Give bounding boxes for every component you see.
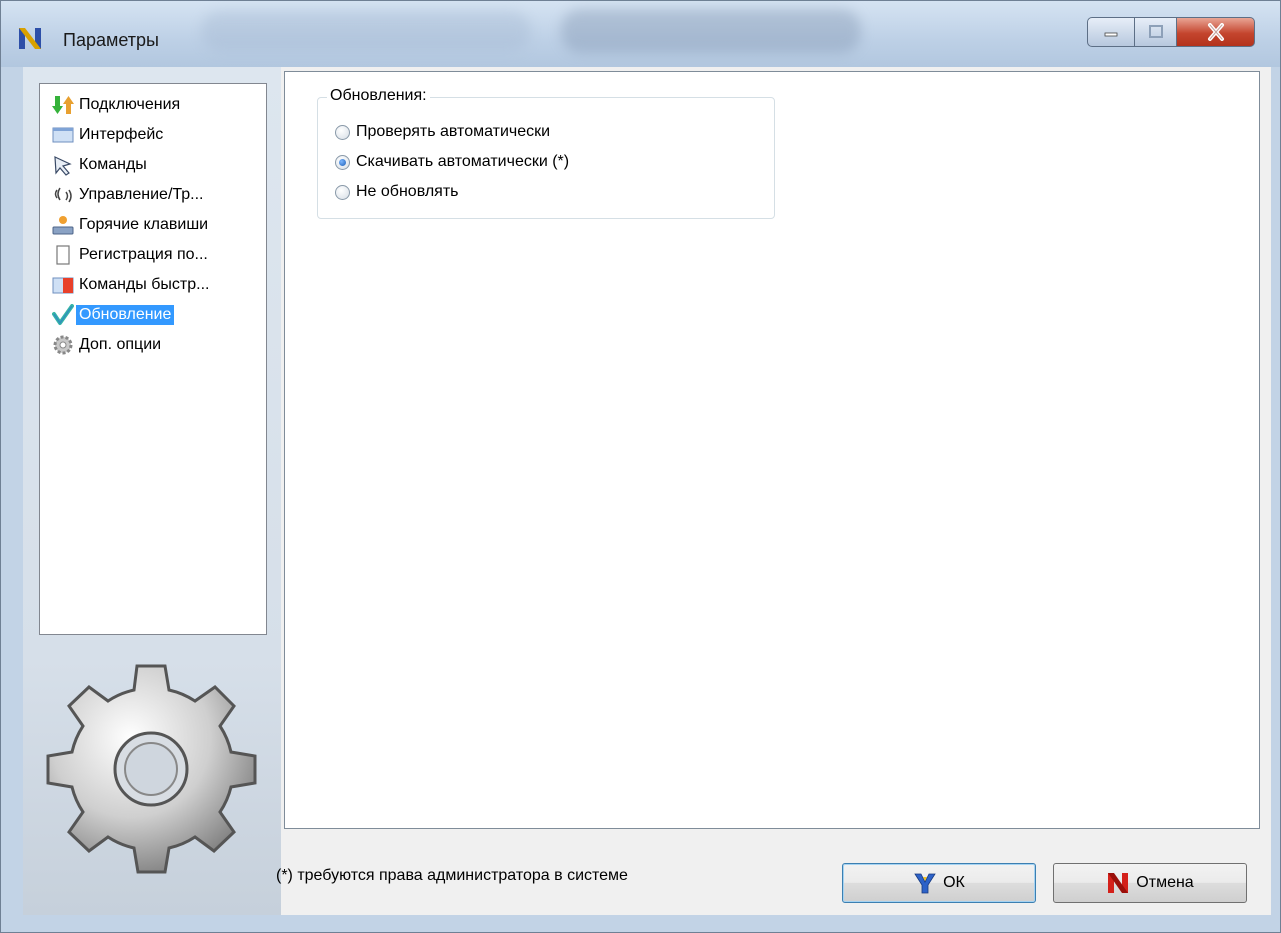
sidebar-item-label: Команды быстр...	[79, 276, 210, 293]
sidebar-item-interface[interactable]: Интерфейс	[52, 122, 166, 148]
title-bar[interactable]: Параметры	[1, 1, 1280, 67]
radio-button-icon[interactable]	[335, 124, 350, 140]
settings-gear-icon	[46, 664, 257, 874]
commands-cursor-icon	[52, 154, 74, 176]
cancel-n-icon	[1108, 873, 1129, 893]
sidebar-item-connections[interactable]: Подключения	[52, 92, 183, 118]
ok-button[interactable]: ОК	[842, 863, 1036, 903]
cancel-button[interactable]: Отмена	[1053, 863, 1247, 903]
control-signal-icon	[52, 184, 74, 206]
extra-options-gear-icon	[52, 334, 74, 356]
quick-commands-icon	[52, 274, 74, 296]
window-title: Параметры	[63, 30, 159, 50]
connections-arrows-icon	[52, 94, 74, 116]
interface-window-icon	[52, 124, 74, 146]
sidebar-item-hotkeys[interactable]: Горячие клавиши	[52, 212, 211, 238]
ok-button-label: ОК	[943, 874, 965, 891]
sidebar-item-quick-commands[interactable]: Команды быстр...	[52, 272, 212, 298]
update-check-icon	[52, 304, 74, 326]
maximize-icon	[1148, 25, 1163, 38]
sidebar-item-control[interactable]: Управление/Тр...	[52, 182, 207, 208]
admin-rights-note: (*) требуются права администратора в сис…	[276, 867, 628, 884]
hotkeys-icon	[52, 214, 74, 236]
sidebar-item-label: Команды	[79, 156, 147, 173]
radio-button-icon[interactable]	[335, 184, 350, 200]
sidebar-item-label: Интерфейс	[79, 126, 164, 143]
maximize-button[interactable]	[1135, 17, 1177, 47]
sidebar-item-extra-options[interactable]: Доп. опции	[52, 332, 164, 358]
sidebar-item-label: Обновление	[76, 305, 175, 325]
sidebar-item-label: Горячие клавиши	[79, 216, 209, 233]
cancel-button-label: Отмена	[1136, 874, 1194, 891]
sidebar-item-update[interactable]: Обновление	[52, 302, 175, 328]
radio-do-not-update[interactable]: Не обновлять	[335, 180, 459, 204]
sidebar-item-label: Подключения	[79, 96, 181, 113]
settings-category-list[interactable]: Подключения Интерфейс Команды Управление…	[39, 83, 267, 635]
close-button[interactable]	[1177, 17, 1255, 47]
ok-y-icon	[914, 873, 936, 894]
updates-group-title: Обновления:	[327, 87, 430, 105]
minimize-icon	[1104, 32, 1118, 37]
radio-check-automatically[interactable]: Проверять автоматически	[335, 120, 550, 144]
registration-icon	[52, 244, 74, 266]
sidebar-item-label: Регистрация по...	[79, 246, 208, 263]
settings-window: Параметры Подключения Интерфейс Команды …	[0, 0, 1281, 933]
radio-label: Скачивать автоматически (*)	[356, 153, 570, 170]
sidebar-item-label: Управление/Тр...	[79, 186, 204, 203]
sidebar-item-label: Доп. опции	[79, 336, 162, 353]
radio-button-icon[interactable]	[335, 154, 350, 170]
app-n-icon	[19, 28, 41, 49]
radio-label: Не обновлять	[356, 183, 459, 200]
radio-label: Проверять автоматически	[356, 123, 551, 140]
close-icon	[1207, 23, 1224, 41]
sidebar-item-registration[interactable]: Регистрация по...	[52, 242, 211, 268]
sidebar-item-commands[interactable]: Команды	[52, 152, 150, 178]
radio-download-automatically[interactable]: Скачивать автоматически (*)	[335, 150, 569, 174]
minimize-button[interactable]	[1087, 17, 1135, 47]
